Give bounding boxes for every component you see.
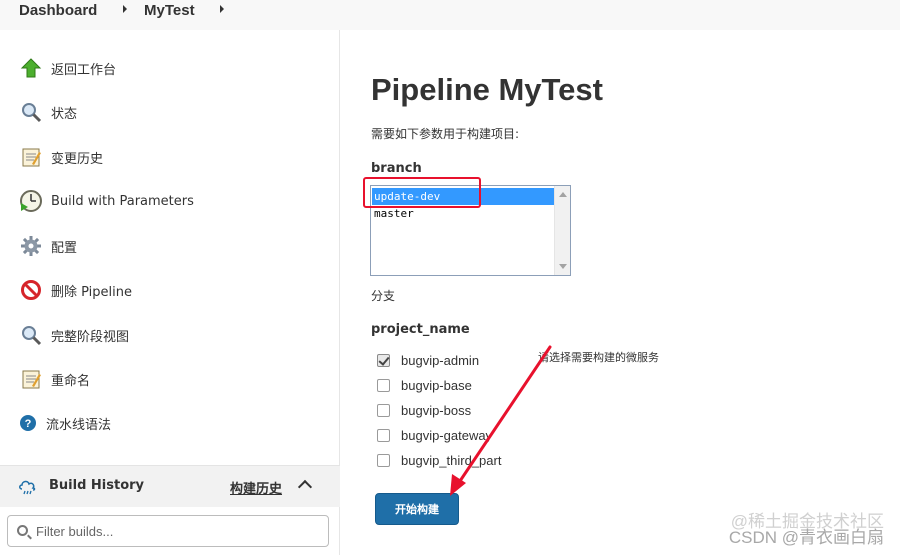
main-panel: Pipeline MyTest 需要如下参数用于构建项目: branch upd… — [340, 30, 900, 555]
task-changes[interactable]: 变更历史 — [18, 143, 103, 171]
magnifier-icon — [18, 99, 44, 125]
checkbox[interactable] — [377, 403, 390, 417]
task-label: 返回工作台 — [51, 62, 117, 78]
filter-builds-input[interactable] — [36, 521, 321, 541]
watermark-line-2: CSDN @青衣画白扇 — [728, 528, 884, 547]
build-history-header: Build History 构建历史 — [0, 465, 340, 507]
search-icon — [17, 525, 28, 536]
breadcrumb-separator-icon[interactable] — [220, 5, 224, 13]
start-build-button[interactable]: 开始构建 — [375, 493, 459, 525]
task-back-to-dashboard[interactable]: 返回工作台 — [18, 54, 116, 82]
checkbox-checked[interactable] — [377, 353, 390, 367]
task-delete-pipeline[interactable]: 删除 Pipeline — [18, 276, 132, 304]
task-label: 重命名 — [51, 373, 91, 389]
choice-bugvip-gateway[interactable]: bugvip-gateway — [377, 425, 492, 445]
choice-bugvip-base[interactable]: bugvip-base — [377, 375, 472, 395]
choice-label: bugvip_third_part — [401, 452, 502, 468]
choice-bugvip-third-part[interactable]: bugvip_third_part — [377, 450, 501, 470]
checkbox[interactable] — [377, 453, 390, 467]
breadcrumb-separator-icon[interactable] — [123, 5, 127, 13]
choice-bugvip-boss[interactable]: bugvip-boss — [377, 400, 471, 420]
task-label: 状态 — [51, 106, 78, 122]
breadcrumb-mytest[interactable]: MyTest — [144, 2, 195, 19]
sidebar: 返回工作台 状态 变更历史 Build with Parameters 配置 删… — [0, 30, 340, 555]
checkbox[interactable] — [377, 378, 390, 392]
page-title: Pipeline MyTest — [371, 72, 603, 107]
breadcrumb: Dashboard MyTest — [0, 0, 900, 30]
watermark: @稀土掘金技术社区 CSDN @青衣画白扇 — [728, 513, 884, 547]
choice-label: bugvip-base — [401, 377, 472, 393]
cloud-rain-icon — [18, 479, 38, 495]
annotation-highlight-box — [363, 177, 481, 208]
clock-play-icon — [18, 188, 44, 214]
parameters-intro: 需要如下参数用于构建项目: — [371, 127, 520, 141]
task-label: 删除 Pipeline — [51, 284, 133, 300]
up-arrow-icon — [18, 55, 44, 81]
param-project-name: project_name — [371, 322, 470, 337]
branch-description: 分支 — [371, 289, 396, 303]
breadcrumb-dashboard[interactable]: Dashboard — [19, 2, 97, 19]
task-label: Build with Parameters — [51, 193, 194, 209]
listbox-scrollbar[interactable] — [554, 186, 570, 275]
choice-label: bugvip-gateway — [401, 427, 493, 443]
task-configure[interactable]: 配置 — [18, 232, 77, 260]
notepad-icon — [18, 366, 44, 392]
task-full-stage-view[interactable]: 完整阶段视图 — [18, 321, 129, 349]
task-label: 完整阶段视图 — [51, 329, 130, 345]
project-name-description: 请选择需要构建的微服务 — [538, 351, 659, 364]
scroll-down-icon[interactable] — [559, 264, 567, 269]
task-label: 配置 — [51, 240, 78, 256]
notepad-icon — [18, 144, 44, 170]
svg-text:?: ? — [25, 418, 32, 430]
chevron-up-icon[interactable] — [297, 479, 313, 495]
task-pipeline-syntax[interactable]: ? 流水线语法 — [18, 409, 111, 437]
task-label: 流水线语法 — [46, 417, 112, 433]
magnifier-icon — [18, 322, 44, 348]
task-label: 变更历史 — [51, 151, 104, 167]
checkbox[interactable] — [377, 428, 390, 442]
choice-label: bugvip-boss — [401, 402, 472, 418]
choice-label: bugvip-admin — [401, 352, 480, 368]
task-status[interactable]: 状态 — [18, 98, 77, 126]
gear-icon — [18, 233, 44, 259]
choice-bugvip-admin[interactable]: bugvip-admin — [377, 350, 479, 370]
help-icon: ? — [18, 410, 38, 436]
param-branch-name: branch — [371, 161, 422, 176]
build-history-trend-link[interactable]: 构建历史 — [230, 478, 282, 497]
task-rename[interactable]: 重命名 — [18, 365, 90, 393]
filter-builds — [7, 515, 329, 547]
build-history-title: Build History — [49, 478, 145, 493]
no-entry-icon — [18, 277, 44, 303]
scroll-up-icon[interactable] — [559, 192, 567, 197]
task-build-with-parameters[interactable]: Build with Parameters — [18, 187, 194, 215]
